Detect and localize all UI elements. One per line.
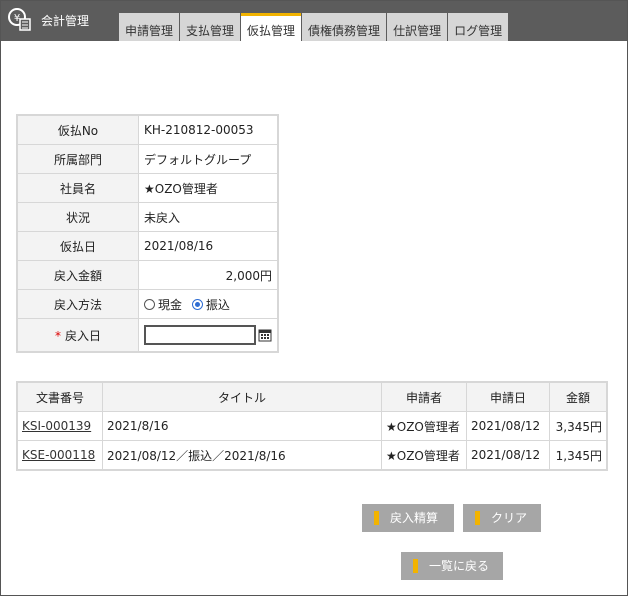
detail-key: 所属部門: [16, 144, 139, 174]
table-row: KSI-000139 2021/8/16 ★OZO管理者 2021/08/12 …: [16, 411, 608, 441]
date-cell: 2021/08/12: [466, 440, 550, 471]
return-date-label: 戻入日: [64, 328, 101, 343]
detail-row: 仮払No KH-210812-00053: [16, 114, 279, 145]
button-accent-bar: [475, 511, 480, 525]
radio-cash-label: 現金: [158, 297, 183, 312]
table-row: KSE-000118 2021/08/12／振込／2021/8/16 ★OZO管…: [16, 440, 608, 471]
return-amount-value: 2,000円: [138, 260, 279, 290]
title-cell: 2021/08/12／振込／2021/8/16: [102, 440, 382, 471]
window: ¥ 会計管理 申請管理 支払管理 仮払管理 債権債務管理 仕訳管理 ログ管理 仮…: [0, 0, 628, 596]
tab-advance-payment[interactable]: 仮払管理: [241, 13, 302, 41]
detail-value: 2021/08/16: [138, 231, 279, 261]
col-applicant: 申請者: [381, 381, 467, 412]
svg-text:¥: ¥: [14, 13, 20, 24]
clear-button-label: クリア: [491, 511, 528, 525]
advance-detail-table: 仮払No KH-210812-00053 所属部門 デフォルトグループ 社員名 …: [16, 114, 279, 353]
settle-button[interactable]: 戻入精算: [362, 504, 454, 532]
radio-cash[interactable]: 現金: [144, 296, 182, 313]
detail-row: 仮払日 2021/08/16: [16, 231, 279, 261]
detail-row: 状況 未戻入: [16, 202, 279, 232]
doc-link[interactable]: KSI-000139: [22, 419, 91, 433]
tab-application[interactable]: 申請管理: [119, 13, 180, 41]
detail-value: デフォルトグループ: [138, 144, 279, 174]
detail-key: 仮払日: [16, 231, 139, 261]
radio-transfer-circle[interactable]: [191, 298, 203, 310]
tab-payment[interactable]: 支払管理: [180, 13, 241, 41]
button-accent-bar: [413, 559, 418, 573]
back-to-list-button[interactable]: 一覧に戻る: [401, 552, 503, 580]
col-date: 申請日: [466, 381, 550, 412]
detail-key: 戻入金額: [16, 260, 139, 290]
doc-no-cell: KSE-000118: [16, 440, 103, 471]
detail-key: 戻入方法: [16, 289, 139, 319]
applicant-cell: ★OZO管理者: [381, 440, 467, 471]
return-method-options: 現金 振込: [138, 289, 279, 319]
tab-receivables-payables[interactable]: 債権債務管理: [302, 13, 387, 41]
documents-table: 文書番号 タイトル 申請者 申請日 金額 KSI-000139 2021/8/1…: [16, 381, 608, 471]
amount-cell: 1,345円: [549, 440, 608, 471]
settle-button-label: 戻入精算: [390, 511, 439, 525]
return-date-input[interactable]: [144, 325, 256, 345]
col-doc-no: 文書番号: [16, 381, 103, 412]
clear-button[interactable]: クリア: [463, 504, 541, 532]
col-title: タイトル: [102, 381, 382, 412]
tab-bar: 申請管理 支払管理 仮払管理 債権債務管理 仕訳管理 ログ管理: [119, 13, 509, 41]
detail-row: 社員名 ★OZO管理者: [16, 173, 279, 203]
app-title: 会計管理: [41, 14, 90, 28]
accounting-icon: ¥: [8, 8, 31, 31]
tab-log[interactable]: ログ管理: [448, 13, 509, 41]
radio-transfer-label: 振込: [205, 297, 230, 312]
required-mark: *: [54, 328, 61, 343]
tab-journal[interactable]: 仕訳管理: [387, 13, 448, 41]
detail-row: * 戻入日: [16, 318, 279, 353]
detail-key: 仮払No: [16, 114, 139, 145]
title-cell: 2021/8/16: [102, 411, 382, 441]
radio-transfer[interactable]: 振込: [191, 296, 230, 313]
date-cell: 2021/08/12: [466, 411, 550, 441]
doc-no-cell: KSI-000139: [16, 411, 103, 441]
back-button-label: 一覧に戻る: [429, 559, 490, 573]
calendar-icon[interactable]: [258, 328, 272, 342]
radio-cash-circle[interactable]: [144, 298, 155, 310]
detail-value: KH-210812-00053: [138, 114, 279, 145]
detail-row: 戻入方法 現金 振込: [16, 289, 279, 319]
applicant-cell: ★OZO管理者: [381, 411, 467, 441]
app-header: ¥ 会計管理 申請管理 支払管理 仮払管理 債権債務管理 仕訳管理 ログ管理: [1, 1, 627, 41]
return-date-cell: [138, 318, 279, 353]
detail-value: 未戻入: [138, 202, 279, 232]
detail-key: * 戻入日: [16, 318, 139, 353]
detail-row: 戻入金額 2,000円: [16, 260, 279, 290]
doc-link[interactable]: KSE-000118: [22, 448, 95, 462]
table-header-row: 文書番号 タイトル 申請者 申請日 金額: [16, 381, 608, 412]
detail-key: 社員名: [16, 173, 139, 203]
detail-key: 状況: [16, 202, 139, 232]
col-amount: 金額: [549, 381, 608, 412]
amount-cell: 3,345円: [549, 411, 608, 441]
detail-value: ★OZO管理者: [138, 173, 279, 203]
detail-row: 所属部門 デフォルトグループ: [16, 144, 279, 174]
button-accent-bar: [374, 511, 379, 525]
